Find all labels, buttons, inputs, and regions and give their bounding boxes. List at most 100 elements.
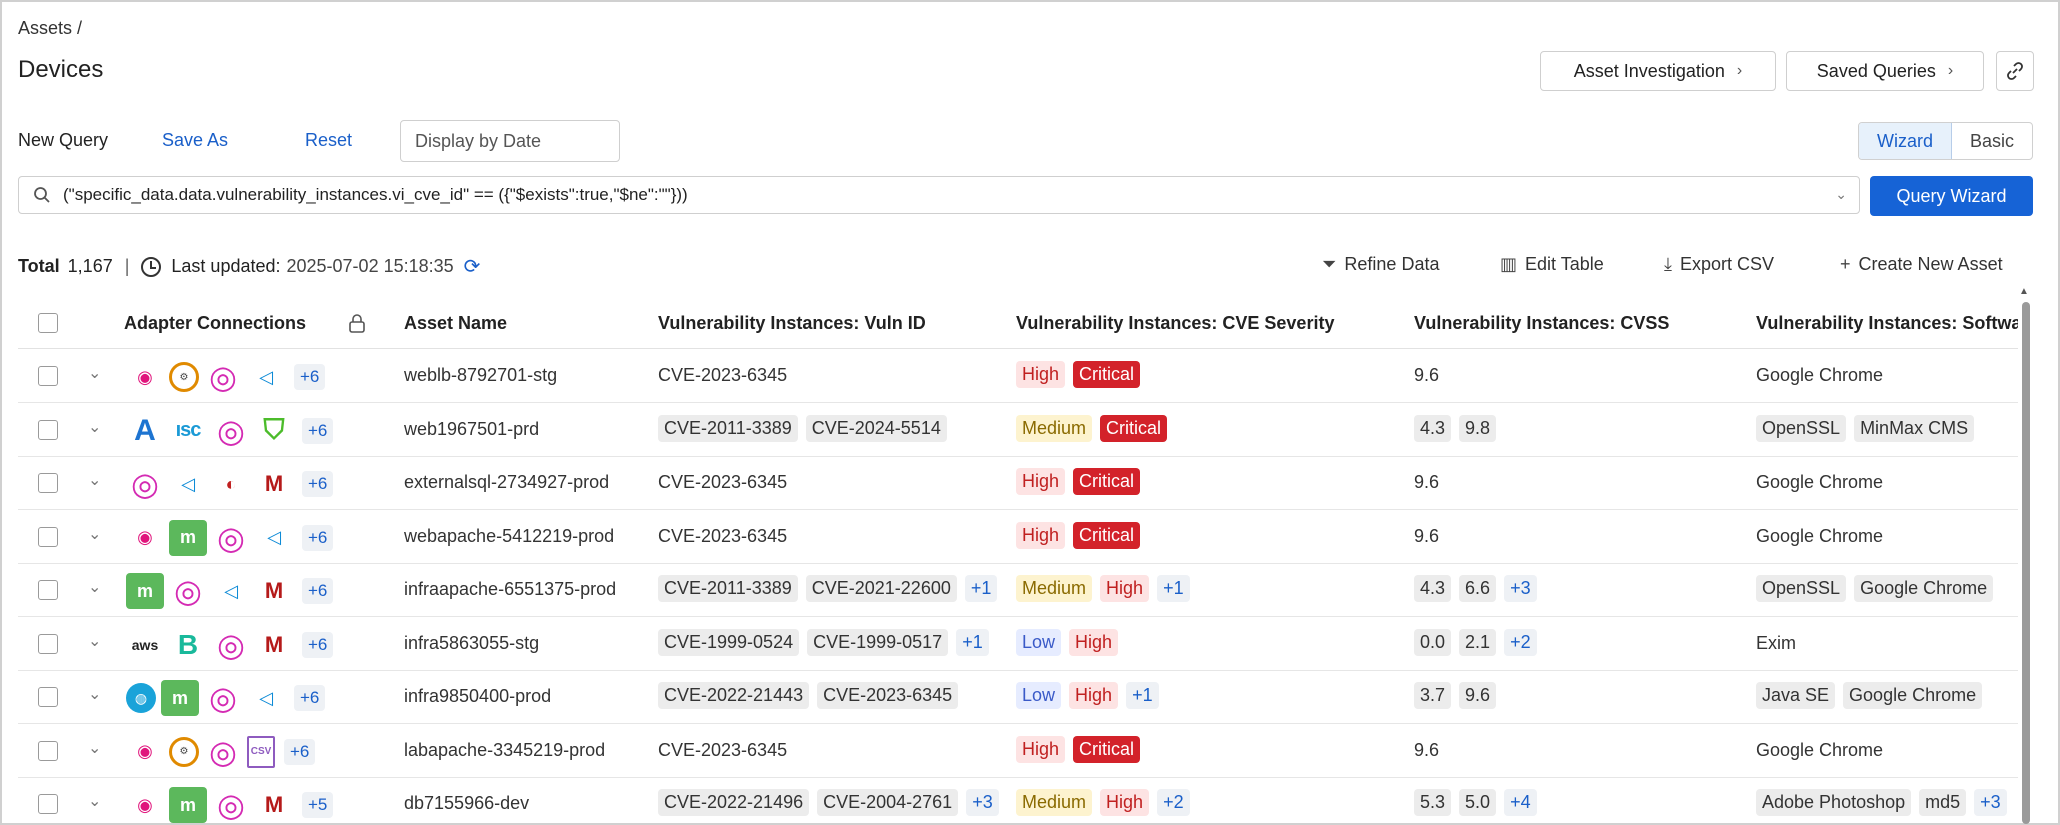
asset-name[interactable]: web1967501-prd [404, 419, 539, 440]
table-row[interactable]: ⌄ aws B ◎ M +6 infra5863055-stg CVE-1999-0524 CV… [18, 618, 2018, 671]
more-badge[interactable]: +2 [1157, 789, 1190, 816]
more-badge[interactable]: +4 [1504, 789, 1537, 816]
adapter-more-badge[interactable]: +6 [284, 738, 316, 765]
edit-table-button[interactable]: ▥ Edit Table [1500, 254, 1604, 275]
adapter-more-badge[interactable]: +5 [302, 792, 334, 818]
refine-data-label: Refine Data [1344, 254, 1440, 274]
act-adapter-icon: ◁ [259, 687, 273, 708]
software: Google Chrome [1756, 365, 1884, 385]
chevron-down-icon[interactable]: ⌄ [88, 684, 101, 704]
more-badge[interactable]: +3 [1504, 575, 1537, 602]
adapter-connections: ◉ ⚙ ◎ ◁ +6 [126, 359, 326, 395]
more-badge[interactable]: +3 [1974, 789, 2007, 816]
breadcrumb[interactable]: Assets / [18, 18, 82, 39]
asset-name[interactable]: db7155966-dev [404, 793, 529, 814]
last-updated-value: 2025-07-02 15:18:35 [286, 256, 454, 276]
more-badge[interactable]: +3 [966, 789, 999, 816]
row-checkbox[interactable] [38, 580, 58, 600]
cvss-chip: 4.3 [1414, 414, 1452, 442]
more-badge[interactable]: +1 [956, 628, 989, 656]
adapter-more-badge[interactable]: +6 [302, 417, 334, 444]
row-checkbox[interactable] [38, 687, 58, 707]
new-query-button[interactable]: New Query [18, 130, 108, 151]
basic-mode-button[interactable]: Basic [1952, 123, 2032, 159]
row-checkbox[interactable] [38, 419, 58, 440]
vuln-id-chip: CVE-2004-2761 [817, 789, 959, 816]
col-vuln-id[interactable]: Vulnerability Instances: Vuln ID [658, 313, 926, 334]
asset-name[interactable]: labapache-3345219-prod [404, 740, 605, 761]
more-badge[interactable]: +1 [1126, 682, 1159, 709]
create-new-asset-button[interactable]: + Create New Asset [1840, 254, 2003, 275]
chevron-down-icon[interactable]: ⌄ [88, 791, 101, 811]
search-icon [34, 187, 50, 203]
reset-button[interactable]: Reset [305, 130, 352, 151]
table-row[interactable]: ⌄ ◉ ⚙ ◎ CSV +6 labapache-3345219-prod CVE-2023-… [18, 725, 2018, 778]
chevron-down-icon[interactable]: ⌄ [88, 577, 101, 597]
more-badge[interactable]: +2 [1504, 628, 1537, 656]
table-row[interactable]: ⌄ ◎ ◁ ◐ M +6 externalsql-2734927-prod CVE-2023-… [18, 457, 2018, 510]
asset-name[interactable]: infra5863055-stg [404, 633, 539, 654]
chevron-down-icon[interactable]: ⌄ [88, 470, 101, 490]
row-checkbox[interactable] [38, 740, 58, 761]
select-all-checkbox[interactable] [38, 313, 58, 333]
table-row[interactable]: ⌄ ◉ ⚙ ◎ ◁ +6 weblb-8792701-stg CVE-2023-6345 Hig… [18, 350, 2018, 403]
chevron-down-icon[interactable]: ⌄ [1835, 186, 1847, 203]
adapter-more-badge[interactable]: +6 [294, 364, 326, 390]
adapter-more-badge[interactable]: +6 [302, 524, 334, 551]
table-row[interactable]: ⌄ ◉ m ◎ ◁ +6 webapache-5412219-prod CVE-2023-63… [18, 511, 2018, 564]
adapter-more-badge[interactable]: +6 [302, 578, 334, 604]
query-wizard-button[interactable]: Query Wizard [1870, 176, 2033, 216]
asset-name[interactable]: webapache-5412219-prod [404, 526, 614, 547]
row-checkbox[interactable] [38, 633, 58, 654]
query-input[interactable]: ("specific_data.data.vulnerability_insta… [18, 176, 1860, 214]
vuln-id-chip: CVE-2021-22600 [805, 575, 957, 602]
asset-investigation-button[interactable]: Asset Investigation › [1540, 51, 1776, 91]
wizard-mode-button[interactable]: Wizard [1859, 123, 1953, 159]
table-row[interactable]: ⌄ ◍ m ◎ ◁ +6 infra9850400-prod CVE-2022-21443 CV… [18, 671, 2018, 724]
severity-badge: Critical [1073, 468, 1141, 495]
row-checkbox[interactable] [38, 794, 58, 814]
col-software[interactable]: Vulnerability Instances: Software I [1756, 313, 2018, 334]
asset-name[interactable]: infra9850400-prod [404, 686, 551, 707]
row-checkbox[interactable] [38, 366, 58, 386]
col-adapter-connections[interactable]: Adapter Connections [124, 313, 306, 334]
scroll-up-icon[interactable]: ▲ [2019, 286, 2029, 297]
saved-queries-button[interactable]: Saved Queries › [1786, 51, 1984, 91]
chevron-down-icon[interactable]: ⌄ [88, 738, 101, 758]
cvss-chip: 0.0 [1414, 628, 1452, 656]
col-cvss[interactable]: Vulnerability Instances: CVSS [1414, 313, 1669, 334]
save-as-button[interactable]: Save As [162, 130, 228, 151]
row-checkbox[interactable] [38, 473, 58, 493]
adapter-more-badge[interactable]: +6 [302, 631, 334, 658]
target-adapter-icon: ◎ [209, 733, 237, 770]
chevron-down-icon[interactable]: ⌄ [88, 524, 101, 544]
col-asset-name[interactable]: Asset Name [404, 313, 507, 334]
app-frame: Assets / Devices Asset Investigation › S… [0, 0, 2060, 825]
vertical-scrollbar[interactable] [2022, 302, 2030, 824]
more-badge[interactable]: +1 [1157, 575, 1190, 602]
col-cve-severity[interactable]: Vulnerability Instances: CVE Severity [1016, 313, 1334, 334]
cvss-chip: 3.7 [1414, 682, 1452, 709]
export-csv-button[interactable]: ⤓ Export CSV [1664, 254, 1774, 275]
more-badge[interactable]: +1 [964, 575, 998, 602]
adapter-more-badge[interactable]: +6 [294, 685, 326, 711]
table-row[interactable]: ⌄ m ◎ ◁ M +6 infraapache-6551375-prod CVE-2011-… [18, 564, 2018, 617]
copy-link-button[interactable] [1996, 51, 2034, 91]
refresh-icon[interactable]: ⟳ [464, 254, 481, 279]
asset-name[interactable]: externalsql-2734927-prod [404, 472, 609, 493]
cvss: 0.0 2.1 +2 [1414, 628, 1537, 656]
adapter-more-badge[interactable]: +6 [302, 471, 334, 497]
asset-name[interactable]: infraapache-6551375-prod [404, 579, 616, 600]
refine-data-button[interactable]: ⏷ Refine Data [1322, 254, 1439, 275]
green-adapter-icon: m [126, 573, 164, 609]
asset-name[interactable]: weblb-8792701-stg [404, 365, 557, 386]
chevron-down-icon[interactable]: ⌄ [88, 631, 101, 651]
row-checkbox[interactable] [38, 526, 58, 547]
severity-badge: High [1069, 628, 1119, 656]
chevron-down-icon[interactable]: ⌄ [88, 363, 101, 383]
display-by-date-input[interactable]: Display by Date [400, 120, 620, 162]
table-row[interactable]: ⌄ Aısc ◎ ⛉ +6 web1967501-prd CVE-2011-3389 CVE-… [18, 404, 2018, 457]
table-row[interactable]: ⌄ ◉ m ◎ M +5 db7155966-dev CVE-2022-21496 CVE-20… [18, 778, 2018, 825]
chevron-down-icon[interactable]: ⌄ [88, 417, 101, 437]
csv-adapter-icon: CSV [247, 735, 275, 768]
